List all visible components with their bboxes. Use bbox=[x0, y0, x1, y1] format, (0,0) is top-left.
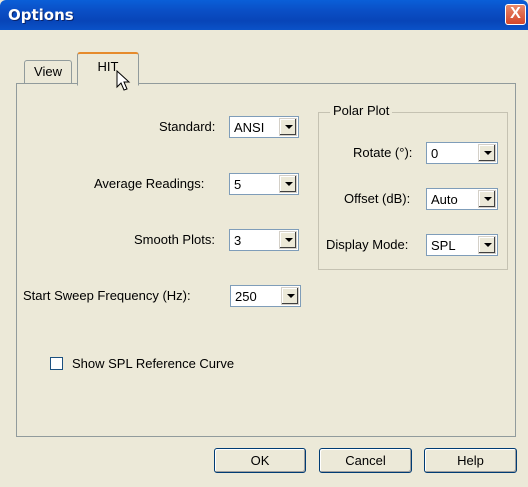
polar-plot-title: Polar Plot bbox=[330, 103, 393, 118]
chevron-down-icon[interactable] bbox=[281, 287, 299, 305]
start-sweep-value: 250 bbox=[235, 289, 257, 304]
rotate-select[interactable]: 0 bbox=[426, 142, 498, 164]
start-sweep-select[interactable]: 250 bbox=[230, 285, 301, 307]
smooth-plots-value: 3 bbox=[234, 233, 242, 248]
chevron-down-icon[interactable] bbox=[279, 118, 297, 136]
offset-value: Auto bbox=[431, 192, 458, 207]
chevron-down-icon[interactable] bbox=[478, 144, 496, 162]
hit-content: Standard: ANSI Average Readings: 5 Smoot… bbox=[0, 0, 528, 487]
chevron-down-icon[interactable] bbox=[478, 236, 496, 254]
start-sweep-label: Start Sweep Frequency (Hz): bbox=[23, 288, 191, 303]
standard-value: ANSI bbox=[234, 120, 265, 135]
rotate-value: 0 bbox=[431, 146, 439, 161]
display-mode-value: SPL bbox=[431, 238, 456, 253]
offset-select[interactable]: Auto bbox=[426, 188, 498, 210]
display-mode-select[interactable]: SPL bbox=[426, 234, 498, 256]
mouse-pointer-icon bbox=[116, 70, 131, 91]
chevron-down-icon[interactable] bbox=[279, 231, 297, 249]
show-spl-reference-label[interactable]: Show SPL Reference Curve bbox=[72, 356, 234, 371]
average-readings-value: 5 bbox=[234, 177, 242, 192]
smooth-plots-label: Smooth Plots: bbox=[134, 232, 215, 247]
standard-select[interactable]: ANSI bbox=[229, 116, 299, 138]
rotate-label: Rotate (°): bbox=[353, 145, 413, 160]
chevron-down-icon[interactable] bbox=[478, 190, 496, 208]
offset-label: Offset (dB): bbox=[344, 191, 411, 206]
average-readings-label: Average Readings: bbox=[94, 176, 205, 191]
smooth-plots-select[interactable]: 3 bbox=[229, 229, 299, 251]
standard-label: Standard: bbox=[159, 119, 216, 134]
show-spl-reference-checkbox[interactable] bbox=[50, 357, 63, 370]
average-readings-select[interactable]: 5 bbox=[229, 173, 299, 195]
chevron-down-icon[interactable] bbox=[279, 175, 297, 193]
display-mode-label: Display Mode: bbox=[326, 237, 409, 252]
